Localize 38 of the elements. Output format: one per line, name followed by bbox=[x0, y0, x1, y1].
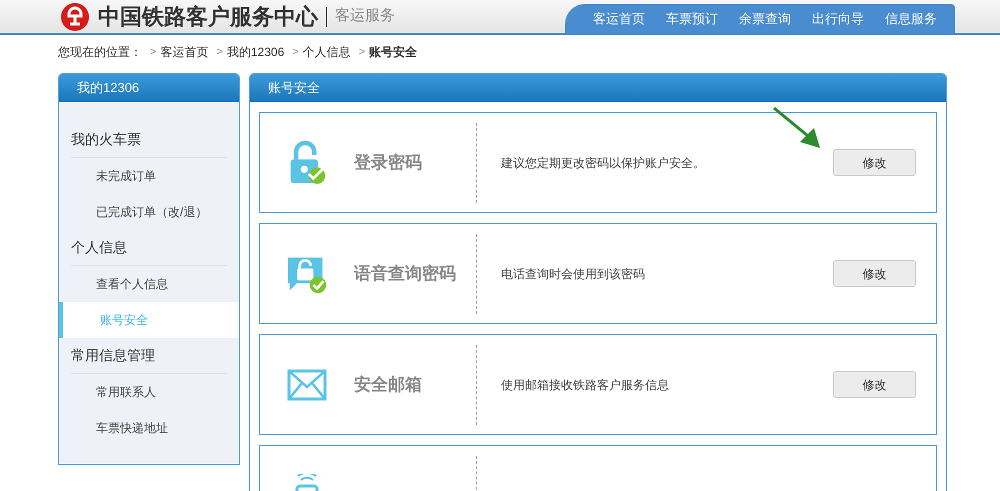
nav-link[interactable]: 客运首页 bbox=[593, 8, 645, 28]
sidebar-group: 常用信息管理 bbox=[71, 345, 155, 366]
breadcrumb-link[interactable]: 我的12306 bbox=[226, 43, 284, 61]
arrow-drawing bbox=[772, 106, 822, 150]
chevron-icon: > bbox=[358, 44, 366, 60]
chevron-icon: > bbox=[292, 44, 299, 60]
sidebar-group: 我的火车票 bbox=[71, 129, 141, 150]
card-title: 登录密码 bbox=[354, 152, 422, 172]
envelope-icon bbox=[287, 368, 327, 400]
sidebar-group: 个人信息 bbox=[71, 237, 127, 258]
card-title: 安全邮箱 bbox=[354, 374, 422, 394]
sidebar-item[interactable]: 未完成订单 bbox=[59, 158, 239, 194]
breadcrumb-link[interactable]: 个人信息 bbox=[302, 43, 351, 61]
card-description: 使用邮箱接收铁路客户服务信息 bbox=[501, 378, 669, 392]
railway-logo bbox=[60, 2, 90, 32]
sidebar-item[interactable]: 车票快递地址 bbox=[59, 410, 239, 446]
nav-link[interactable]: 余票查询 bbox=[739, 8, 791, 28]
breadcrumb-current: 账号安全 bbox=[369, 44, 418, 61]
breadcrumb-label: 您现在的位置： bbox=[58, 44, 142, 61]
site-title: 中国铁路客户服务中心 bbox=[98, 6, 318, 28]
sidebar-item[interactable]: 常用联系人 bbox=[59, 374, 239, 410]
chevron-icon: > bbox=[150, 44, 156, 60]
site-subtitle: 客运服务 bbox=[335, 6, 395, 26]
modify-button[interactable]: 修改 bbox=[833, 260, 916, 287]
breadcrumb-link[interactable]: 客运首页 bbox=[160, 43, 208, 61]
chevron-icon: > bbox=[216, 44, 223, 60]
sidebar-item[interactable]: 已完成订单（改/退） bbox=[59, 194, 239, 230]
sidebar-item[interactable]: 查看个人信息 bbox=[59, 266, 239, 302]
card-description: 电话查询时会使用到该密码 bbox=[501, 266, 645, 280]
modify-button[interactable]: 修改 bbox=[833, 149, 916, 176]
modify-button[interactable]: 修改 bbox=[833, 371, 916, 398]
card-title: 语音查询密码 bbox=[354, 264, 456, 282]
panel-title: 账号安全 bbox=[250, 74, 946, 102]
nav-link[interactable]: 信息服务 bbox=[885, 8, 937, 28]
nav-link[interactable]: 车票预订 bbox=[666, 8, 718, 28]
card-description: 建议您定期更改密码以保护账户安全。 bbox=[501, 156, 705, 170]
nav-link[interactable]: 出行向导 bbox=[812, 8, 864, 28]
sidebar-title: 我的12306 bbox=[59, 74, 239, 102]
